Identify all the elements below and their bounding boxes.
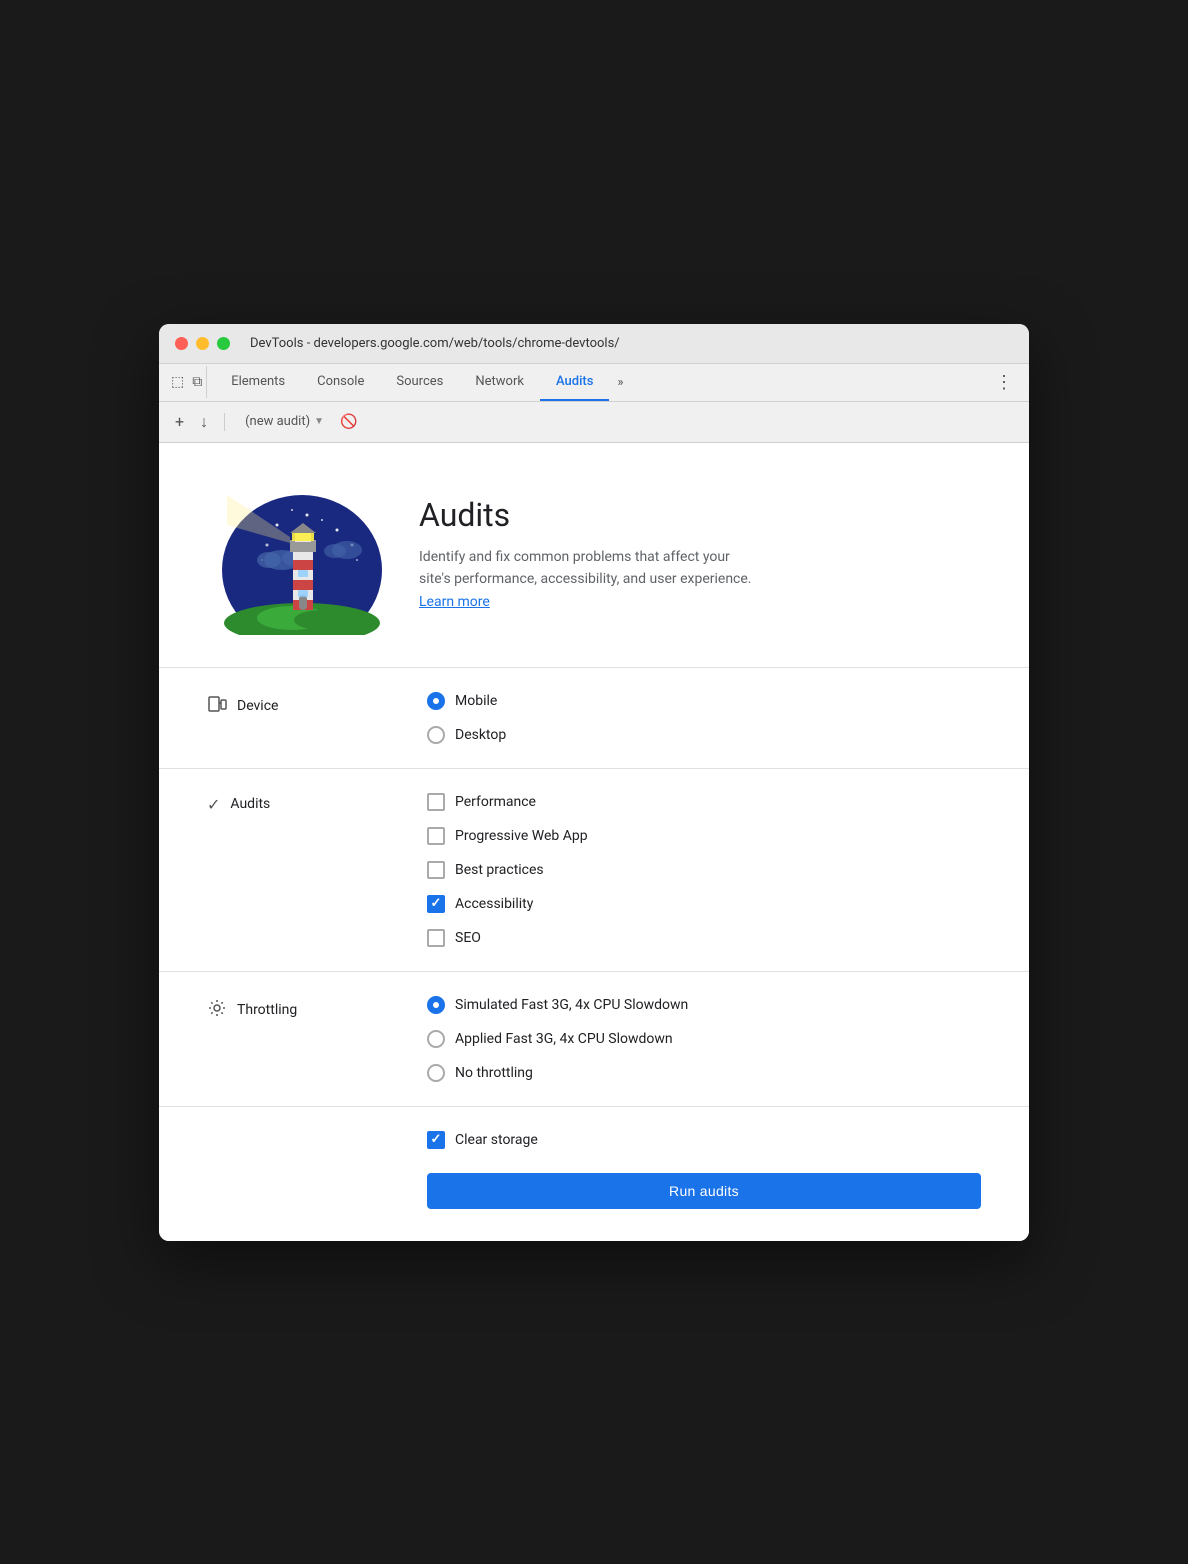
clear-storage-label: Clear storage — [455, 1132, 538, 1148]
devtools-window: DevTools - developers.google.com/web/too… — [159, 324, 1029, 1241]
close-button[interactable] — [175, 337, 188, 350]
best-practices-checkbox[interactable] — [427, 861, 445, 879]
desktop-radio[interactable] — [427, 726, 445, 744]
mobile-radio[interactable] — [427, 692, 445, 710]
device-section: Device Mobile Desktop — [159, 667, 1029, 768]
device-options: Mobile Desktop — [427, 692, 506, 744]
clear-storage-option[interactable]: Clear storage — [427, 1131, 981, 1149]
learn-more-link[interactable]: Learn more — [419, 594, 490, 610]
audits-toolbar: + ↓ (new audit) ▼ 🚫 — [159, 402, 1029, 443]
tab-console[interactable]: Console — [301, 364, 380, 401]
audits-description-text: Identify and fix common problems that af… — [419, 546, 759, 613]
device-mobile-option[interactable]: Mobile — [427, 692, 506, 710]
seo-option[interactable]: SEO — [427, 929, 588, 947]
no-throttling-radio[interactable] — [427, 1064, 445, 1082]
device-icon — [207, 694, 227, 719]
checkmark-icon: ✓ — [207, 795, 220, 814]
tab-tool-icons: ⬚ ⧉ — [167, 366, 207, 398]
main-content: Audits Identify and fix common problems … — [159, 443, 1029, 1241]
pwa-option[interactable]: Progressive Web App — [427, 827, 588, 845]
audit-selector[interactable]: (new audit) ▼ — [237, 410, 332, 433]
throttling-label: Throttling — [207, 996, 427, 1023]
no-throttling-label: No throttling — [455, 1065, 533, 1081]
mobile-label: Mobile — [455, 693, 497, 709]
traffic-lights — [175, 337, 230, 350]
audits-header: Audits Identify and fix common problems … — [159, 443, 1029, 667]
device-desktop-option[interactable]: Desktop — [427, 726, 506, 744]
tab-network[interactable]: Network — [459, 364, 540, 401]
audits-options: Performance Progressive Web App Best pra… — [427, 793, 588, 947]
simulated-3g-label: Simulated Fast 3G, 4x CPU Slowdown — [455, 997, 688, 1013]
bottom-section: Clear storage Run audits — [159, 1106, 1029, 1241]
tab-elements[interactable]: Elements — [215, 364, 301, 401]
device-icon[interactable]: ⧉ — [192, 374, 202, 390]
throttling-options: Simulated Fast 3G, 4x CPU Slowdown Appli… — [427, 996, 688, 1082]
seo-checkbox[interactable] — [427, 929, 445, 947]
performance-checkbox[interactable] — [427, 793, 445, 811]
best-practices-option[interactable]: Best practices — [427, 861, 588, 879]
device-section-label: Device — [237, 698, 278, 714]
download-button[interactable]: ↓ — [196, 408, 212, 436]
tabs-overflow-button[interactable]: » — [609, 365, 631, 400]
tabs-bar: ⬚ ⧉ Elements Console Sources Network Aud… — [159, 364, 1029, 402]
titlebar: DevTools - developers.google.com/web/too… — [159, 324, 1029, 364]
tabs-menu-button[interactable]: ⋮ — [987, 366, 1021, 399]
throttling-section-label: Throttling — [237, 1002, 297, 1018]
cursor-icon[interactable]: ⬚ — [171, 374, 184, 390]
audits-section-label: Audits — [230, 796, 270, 812]
audits-section: ✓ Audits Performance Progressive Web App… — [159, 768, 1029, 971]
seo-label: SEO — [455, 930, 481, 946]
audit-selector-label: (new audit) — [245, 414, 310, 429]
applied-3g-label: Applied Fast 3G, 4x CPU Slowdown — [455, 1031, 673, 1047]
best-practices-label: Best practices — [455, 862, 544, 878]
gear-icon — [207, 998, 227, 1023]
clear-storage-checkbox[interactable] — [427, 1131, 445, 1149]
throttling-section: Throttling Simulated Fast 3G, 4x CPU Slo… — [159, 971, 1029, 1106]
add-audit-button[interactable]: + — [171, 408, 188, 435]
tab-sources[interactable]: Sources — [380, 364, 459, 401]
maximize-button[interactable] — [217, 337, 230, 350]
accessibility-option[interactable]: Accessibility — [427, 895, 588, 913]
audits-description: Audits Identify and fix common problems … — [419, 496, 759, 613]
tab-audits[interactable]: Audits — [540, 364, 609, 401]
stop-icon[interactable]: 🚫 — [340, 414, 357, 430]
run-audits-button[interactable]: Run audits — [427, 1173, 981, 1209]
pwa-checkbox[interactable] — [427, 827, 445, 845]
window-title: DevTools - developers.google.com/web/too… — [250, 336, 620, 351]
accessibility-checkbox[interactable] — [427, 895, 445, 913]
applied-3g-option[interactable]: Applied Fast 3G, 4x CPU Slowdown — [427, 1030, 688, 1048]
audits-label: ✓ Audits — [207, 793, 427, 814]
desktop-label: Desktop — [455, 727, 506, 743]
simulated-3g-radio[interactable] — [427, 996, 445, 1014]
toolbar-divider — [224, 413, 225, 431]
lighthouse-illustration — [207, 475, 387, 635]
no-throttling-option[interactable]: No throttling — [427, 1064, 688, 1082]
performance-label: Performance — [455, 794, 536, 810]
accessibility-label: Accessibility — [455, 896, 533, 912]
simulated-3g-option[interactable]: Simulated Fast 3G, 4x CPU Slowdown — [427, 996, 688, 1014]
bottom-options: Clear storage Run audits — [427, 1131, 981, 1209]
performance-option[interactable]: Performance — [427, 793, 588, 811]
device-label: Device — [207, 692, 427, 719]
minimize-button[interactable] — [196, 337, 209, 350]
pwa-label: Progressive Web App — [455, 828, 588, 844]
audits-title: Audits — [419, 496, 759, 534]
applied-3g-radio[interactable] — [427, 1030, 445, 1048]
chevron-down-icon: ▼ — [314, 416, 324, 427]
